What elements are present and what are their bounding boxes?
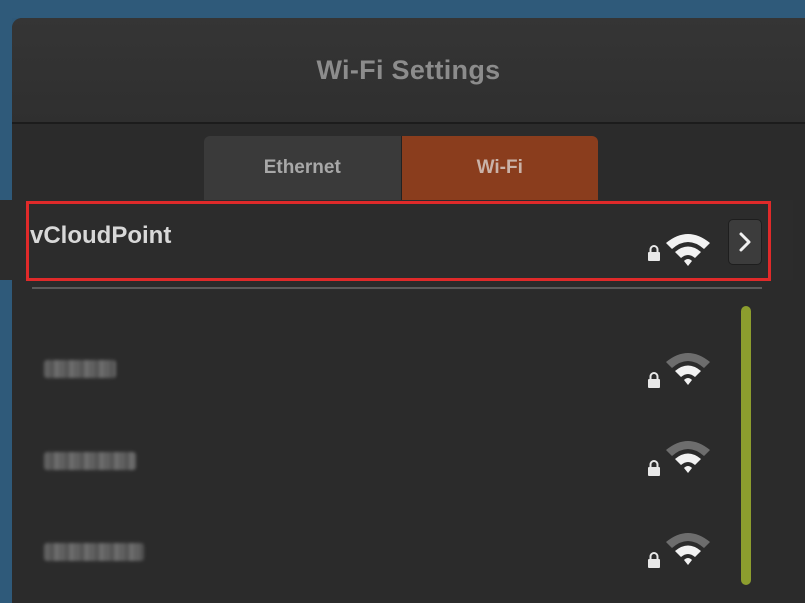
- tab-ethernet[interactable]: Ethernet: [204, 136, 402, 200]
- tab-wifi[interactable]: Wi-Fi: [401, 136, 598, 200]
- lock-icon: [648, 372, 660, 388]
- wifi-signal-icon: [666, 353, 710, 385]
- list-scrollbar[interactable]: [741, 306, 751, 585]
- row-divider: [32, 287, 762, 289]
- wifi-signal-icon: [666, 533, 710, 565]
- window-title: Wi-Fi Settings: [316, 54, 501, 85]
- lock-icon: [648, 460, 660, 476]
- wifi-settings-window: Wi-Fi Settings: [12, 18, 805, 603]
- chevron-right-icon: [739, 232, 751, 252]
- network-details-button[interactable]: [728, 219, 762, 265]
- title-bar: Wi-Fi Settings: [12, 18, 805, 124]
- obscured-network-name: [44, 543, 144, 561]
- connection-type-segmented-control: Ethernet Wi-Fi: [204, 136, 598, 200]
- wifi-signal-icon: [666, 234, 710, 266]
- outer-frame-top: [0, 0, 805, 18]
- lock-icon: [648, 552, 660, 568]
- obscured-network-name: [44, 360, 116, 378]
- selected-network-name: vCloudPoint: [30, 222, 172, 249]
- obscured-network-name: [44, 452, 136, 470]
- outer-frame-left: [0, 0, 12, 603]
- lock-icon: [648, 245, 660, 261]
- wifi-signal-icon: [666, 441, 710, 473]
